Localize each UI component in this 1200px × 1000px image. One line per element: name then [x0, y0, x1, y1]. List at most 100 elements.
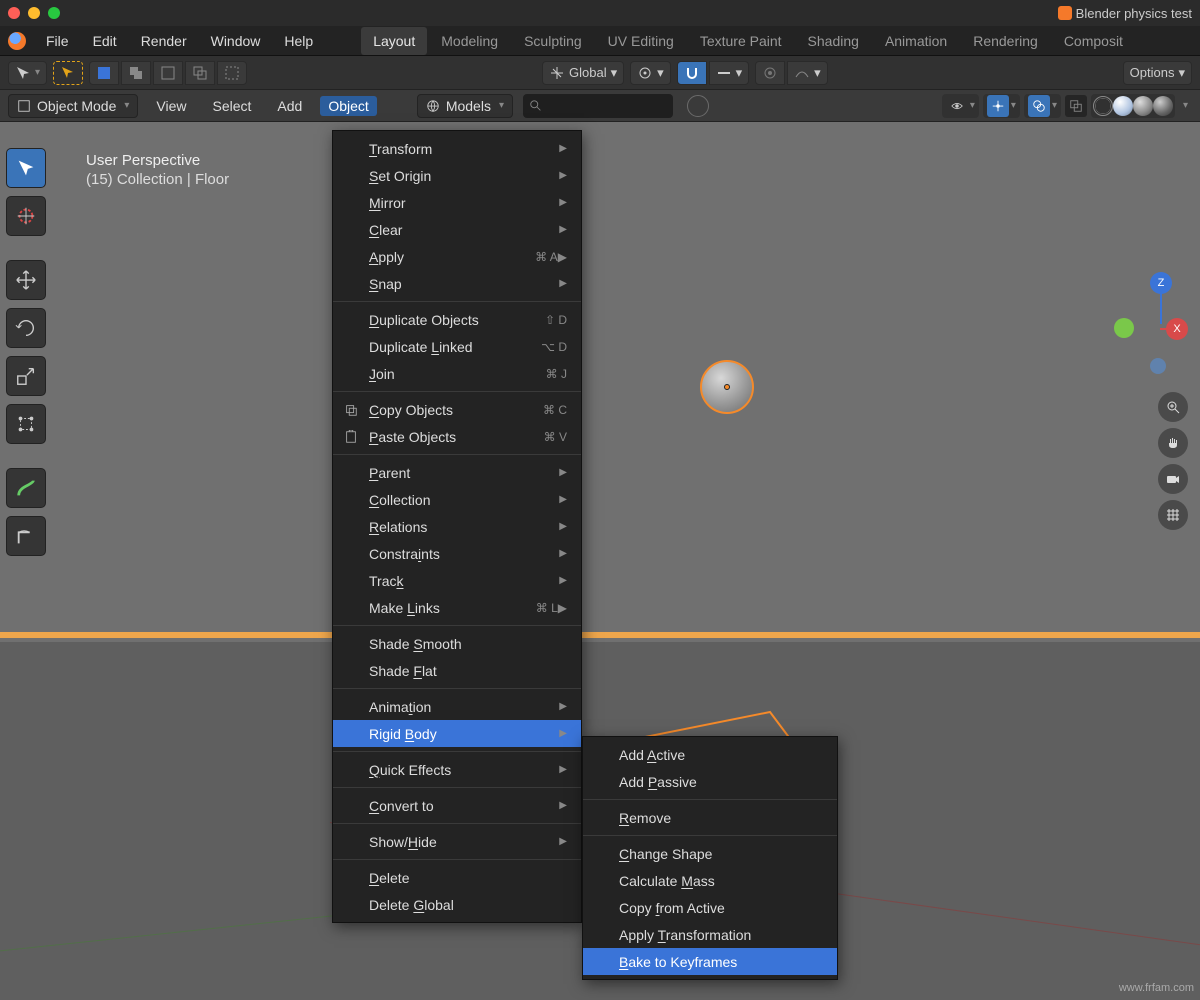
xray-toggle[interactable] [1065, 95, 1087, 117]
zoom-button[interactable] [1158, 392, 1188, 422]
object-menu-snap[interactable]: Snap▶ [333, 270, 581, 297]
object-menu-apply[interactable]: Apply⌘ A▶ [333, 243, 581, 270]
select-intersect-icon[interactable] [185, 61, 215, 85]
menu-edit[interactable]: Edit [83, 29, 127, 53]
close-window-button[interactable] [8, 7, 20, 19]
snap-toggle[interactable] [677, 61, 707, 85]
rigid-body-apply-transformation[interactable]: Apply Transformation [583, 921, 837, 948]
select-subtract-icon[interactable] [153, 61, 183, 85]
rigid-body-add-passive[interactable]: Add Passive [583, 768, 837, 795]
shading-wireframe[interactable] [1093, 96, 1113, 116]
search-input[interactable] [523, 94, 673, 118]
transform-orientation-dropdown[interactable]: Global ▾ [542, 61, 624, 85]
axis-x-icon[interactable]: X [1166, 318, 1188, 340]
object-menu-parent[interactable]: Parent▶ [333, 459, 581, 486]
workspace-tab-composit[interactable]: Composit [1052, 27, 1135, 55]
workspace-tab-modeling[interactable]: Modeling [429, 27, 510, 55]
header-select[interactable]: Select [205, 96, 260, 116]
object-menu-clear[interactable]: Clear▶ [333, 216, 581, 243]
object-menu-delete[interactable]: Delete [333, 864, 581, 891]
tool-scale[interactable] [6, 356, 46, 396]
tool-measure[interactable] [6, 516, 46, 556]
rigid-body-bake-to-keyframes[interactable]: Bake to Keyframes [583, 948, 837, 975]
workspace-tab-uv-editing[interactable]: UV Editing [596, 27, 686, 55]
shading-solid[interactable] [1113, 96, 1133, 116]
rigid-body-remove[interactable]: Remove [583, 804, 837, 831]
object-menu-join[interactable]: Join⌘ J [333, 360, 581, 387]
select-new-icon[interactable] [89, 61, 119, 85]
select-extend-icon[interactable] [121, 61, 151, 85]
rigid-body-copy-from-active[interactable]: Copy from Active [583, 894, 837, 921]
object-menu-show/hide[interactable]: Show/Hide▶ [333, 828, 581, 855]
navigation-gizmo[interactable]: Z X [1110, 272, 1180, 372]
snap-mode-dropdown[interactable]: ▾ [709, 61, 750, 85]
perspective-toggle-button[interactable] [1158, 500, 1188, 530]
rigid-body-change-shape[interactable]: Change Shape [583, 840, 837, 867]
menu-window[interactable]: Window [201, 29, 271, 53]
workspace-tab-shading[interactable]: Shading [796, 27, 871, 55]
sphere-object[interactable] [700, 360, 754, 414]
object-menu-collection[interactable]: Collection▶ [333, 486, 581, 513]
workspace-tab-sculpting[interactable]: Sculpting [512, 27, 594, 55]
shading-rendered[interactable] [1153, 96, 1173, 116]
menu-render[interactable]: Render [131, 29, 197, 53]
tool-move[interactable] [6, 260, 46, 300]
object-menu-relations[interactable]: Relations▶ [333, 513, 581, 540]
camera-view-button[interactable] [1158, 464, 1188, 494]
overlays-dropdown[interactable]: ▾ [1024, 94, 1061, 118]
object-menu-make-links[interactable]: Make Links⌘ L▶ [333, 594, 581, 621]
gizmo-dropdown[interactable]: ▾ [983, 94, 1020, 118]
tool-settings-cursor[interactable]: ▾ [8, 61, 47, 85]
blender-logo-icon[interactable] [8, 32, 26, 50]
object-menu-constraints[interactable]: Constraints▶ [333, 540, 581, 567]
proportional-falloff-dropdown[interactable]: ▾ [787, 61, 828, 85]
workspace-tab-layout[interactable]: Layout [361, 27, 427, 55]
object-menu-paste-objects[interactable]: Paste Objects⌘ V [333, 423, 581, 450]
object-menu-mirror[interactable]: Mirror▶ [333, 189, 581, 216]
axis-y-icon[interactable] [1114, 318, 1134, 338]
object-menu-quick-effects[interactable]: Quick Effects▶ [333, 756, 581, 783]
header-view[interactable]: View [148, 96, 194, 116]
workspace-tab-rendering[interactable]: Rendering [961, 27, 1050, 55]
object-menu-duplicate-objects[interactable]: Duplicate Objects⇧ D [333, 306, 581, 333]
mode-dropdown[interactable]: Object Mode▾ [8, 94, 138, 118]
object-menu-track[interactable]: Track▶ [333, 567, 581, 594]
pivot-dropdown[interactable]: ▾ [630, 61, 671, 85]
asset-models-dropdown[interactable]: Models▾ [417, 94, 513, 118]
header-object[interactable]: Object [320, 96, 376, 116]
tool-select-box[interactable] [6, 148, 46, 188]
options-dropdown[interactable]: Options▾ [1123, 61, 1192, 85]
object-menu-convert-to[interactable]: Convert to▶ [333, 792, 581, 819]
select-invert-icon[interactable] [217, 61, 247, 85]
object-menu-duplicate-linked[interactable]: Duplicate Linked⌥ D [333, 333, 581, 360]
object-menu-shade-smooth[interactable]: Shade Smooth [333, 630, 581, 657]
rigid-body-calculate-mass[interactable]: Calculate Mass [583, 867, 837, 894]
object-menu-delete-global[interactable]: Delete Global [333, 891, 581, 918]
workspace-tab-animation[interactable]: Animation [873, 27, 959, 55]
proportional-toggle[interactable] [755, 61, 785, 85]
minimize-window-button[interactable] [28, 7, 40, 19]
object-menu-copy-objects[interactable]: Copy Objects⌘ C [333, 396, 581, 423]
axis-z-icon[interactable]: Z [1150, 272, 1172, 294]
object-menu-set-origin[interactable]: Set Origin▶ [333, 162, 581, 189]
pan-button[interactable] [1158, 428, 1188, 458]
object-menu-animation[interactable]: Animation▶ [333, 693, 581, 720]
rigid-body-add-active[interactable]: Add Active [583, 741, 837, 768]
tool-annotate[interactable] [6, 468, 46, 508]
axis-neg-z-icon[interactable] [1150, 358, 1166, 374]
tool-rotate[interactable] [6, 308, 46, 348]
select-box-tool[interactable] [53, 61, 83, 85]
menu-file[interactable]: File [36, 29, 79, 53]
tool-cursor[interactable] [6, 196, 46, 236]
tool-transform[interactable] [6, 404, 46, 444]
workspace-tab-texture-paint[interactable]: Texture Paint [688, 27, 794, 55]
shading-options-dropdown[interactable]: ▾ [1179, 100, 1192, 111]
header-add[interactable]: Add [269, 96, 310, 116]
object-menu-transform[interactable]: Transform▶ [333, 135, 581, 162]
object-menu-shade-flat[interactable]: Shade Flat [333, 657, 581, 684]
maximize-window-button[interactable] [48, 7, 60, 19]
shading-material[interactable] [1133, 96, 1153, 116]
object-menu-rigid-body[interactable]: Rigid Body▶ [333, 720, 581, 747]
menu-help[interactable]: Help [274, 29, 323, 53]
visibility-dropdown[interactable]: ▾ [942, 94, 979, 118]
